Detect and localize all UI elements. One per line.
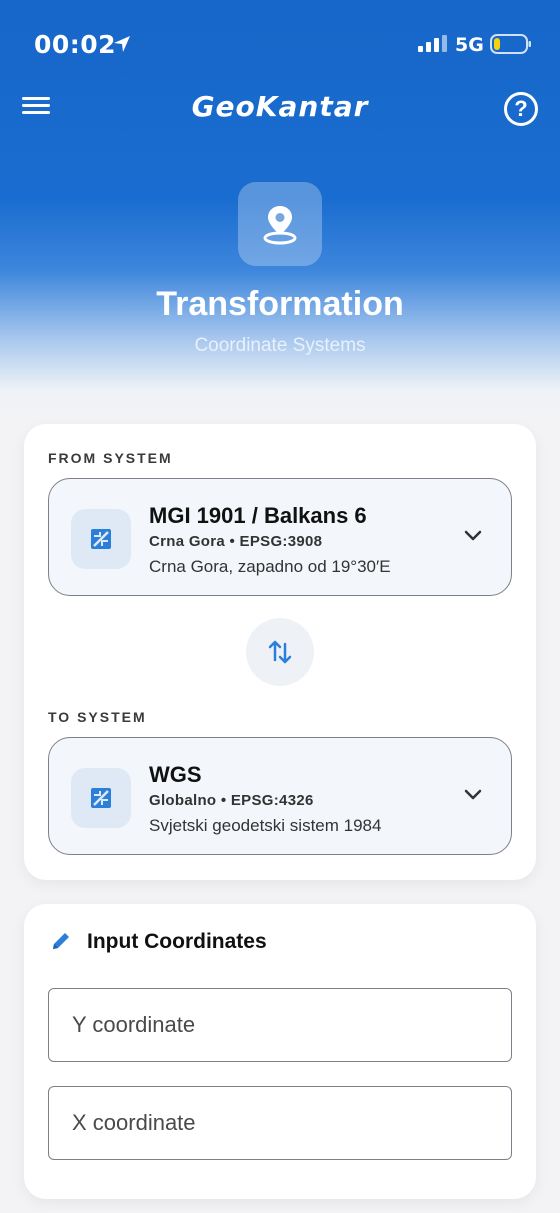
from-system-meta: Crna Gora • EPSG:3908: [149, 533, 323, 550]
swap-systems-button[interactable]: [246, 618, 314, 686]
pencil-icon: [53, 933, 69, 949]
to-system-meta: Globalno • EPSG:4326: [149, 792, 314, 809]
status-bar: 00:02 5G: [0, 0, 560, 90]
x-coordinate-field[interactable]: [48, 1086, 512, 1160]
to-system-description: Svjetski geodetski sistem 1984: [149, 816, 382, 835]
app-title: GeoKantar: [191, 90, 369, 123]
y-coordinate-field[interactable]: [48, 988, 512, 1062]
battery-icon: [490, 34, 531, 54]
from-system-name: MGI 1901 / Balkans 6: [149, 503, 367, 528]
input-coordinates-card: Input Coordinates: [24, 904, 536, 1199]
x-coordinate-input[interactable]: [49, 1087, 511, 1159]
location-pin-icon: [238, 182, 322, 266]
map-icon: [71, 509, 131, 569]
input-section-title: Input Coordinates: [87, 930, 267, 953]
from-system-selector[interactable]: MGI 1901 / Balkans 6 Crna Gora • EPSG:39…: [48, 478, 512, 596]
page-subtitle: Coordinate Systems: [194, 335, 366, 356]
cellular-signal-icon: [418, 35, 447, 52]
from-system-label: FROM SYSTEM: [48, 450, 173, 466]
battery-level-fill: [494, 38, 500, 50]
to-system-label: TO SYSTEM: [48, 709, 147, 725]
y-coordinate-input[interactable]: [49, 989, 511, 1061]
app-bar: GeoKantar ?: [0, 86, 560, 132]
map-icon: [71, 768, 131, 828]
location-arrow-icon: [114, 36, 130, 52]
help-button[interactable]: ?: [504, 92, 538, 126]
to-system-selector[interactable]: WGS Globalno • EPSG:4326 Svjetski geodet…: [48, 737, 512, 855]
page-title: Transformation: [156, 285, 404, 323]
chevron-down-icon: [464, 530, 482, 541]
network-type: 5G: [455, 34, 484, 56]
coordinate-systems-card: FROM SYSTEM MGI 1901 / Balkans 6 Crna Go…: [24, 424, 536, 880]
chevron-down-icon: [464, 789, 482, 800]
to-system-name: WGS: [149, 762, 202, 787]
status-time: 00:02: [34, 30, 117, 59]
from-system-description: Crna Gora, zapadno od 19°30′E: [149, 557, 391, 576]
swap-arrows-icon: [268, 640, 292, 664]
